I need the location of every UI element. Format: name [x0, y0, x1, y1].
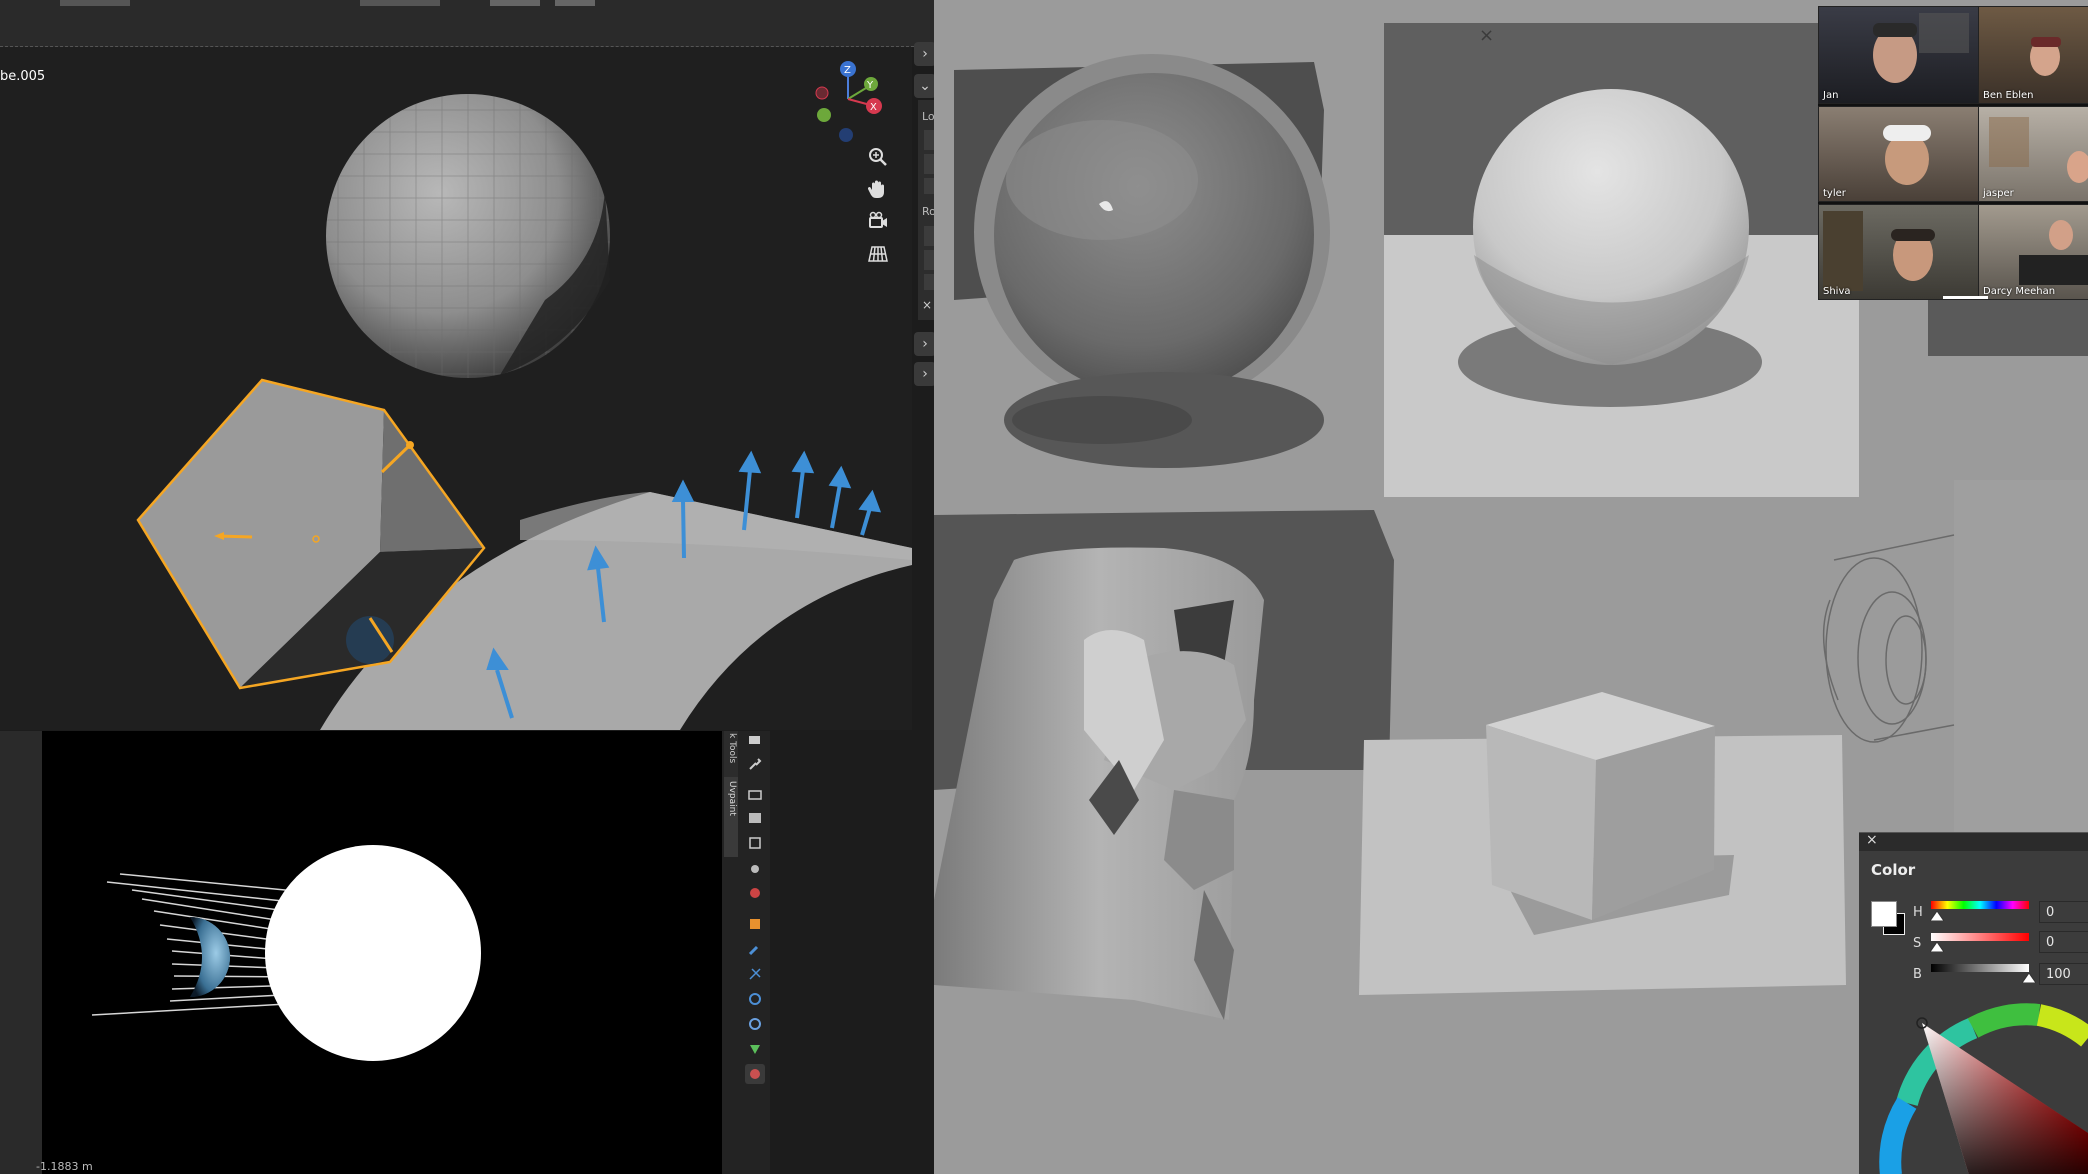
location-field[interactable] — [924, 154, 934, 174]
bottom-readout: -1.1883 m — [36, 1160, 93, 1173]
expand-chevron-right-icon[interactable]: › — [914, 332, 936, 356]
rotation-field[interactable] — [924, 226, 934, 246]
active-speaker-indicator — [1943, 296, 1988, 299]
blender-top-toolbar — [0, 0, 934, 47]
close-x-icon[interactable]: × — [922, 298, 932, 312]
participant-tile[interactable]: tyler — [1818, 106, 1988, 202]
saturation-label: S — [1913, 936, 1922, 951]
hue-slider[interactable] — [1931, 901, 2029, 909]
toolbar-item[interactable] — [490, 0, 540, 6]
paint-canvas[interactable]: × Jan Ben Eblen tyler jasper Shiva Darcy… — [934, 0, 2088, 1174]
participant-tile[interactable]: jasper — [1978, 106, 2088, 202]
tab-uvpaint-label: Uvpaint — [727, 781, 737, 816]
expand-chevron-right-icon[interactable]: › — [914, 362, 936, 386]
gizmo-x-label: X — [870, 102, 877, 113]
grid-perspective-icon[interactable] — [866, 242, 890, 266]
participant-avatar — [2030, 37, 2061, 76]
participant-name: jasper — [1983, 188, 2014, 199]
head-study-sketch — [934, 510, 1394, 1020]
participant-avatar — [1883, 125, 1931, 185]
location-field[interactable] — [924, 130, 934, 150]
render-icon[interactable] — [745, 730, 765, 750]
sphere-study-sketch — [954, 54, 1330, 468]
foreground-color-swatch[interactable] — [1871, 901, 1897, 927]
toolbar-item[interactable] — [360, 0, 440, 6]
modifier-wrench-icon[interactable] — [745, 939, 765, 959]
viewport-scene — [136, 94, 912, 730]
participant-tile[interactable]: Shiva — [1818, 204, 1988, 300]
cube-reference — [1359, 692, 1846, 995]
pan-hand-icon[interactable] — [866, 177, 890, 201]
output-icon[interactable] — [745, 808, 765, 828]
uv-sphere[interactable] — [326, 94, 610, 378]
color-panel[interactable]: × Color H 0 S 0 B 100 — [1859, 832, 2088, 1174]
participant-avatar — [1989, 117, 2088, 183]
participant-avatar — [1823, 211, 1935, 291]
view-layer-icon[interactable] — [745, 833, 765, 853]
render-scene — [91, 845, 481, 1061]
color-wheel[interactable] — [1869, 993, 2088, 1174]
participant-tile[interactable]: Jan — [1818, 6, 1988, 104]
color-panel-title: Color — [1871, 861, 1916, 879]
gizmo-z-label: Z — [844, 65, 851, 76]
rotation-field[interactable] — [924, 250, 934, 270]
brightness-slider-thumb[interactable] — [2022, 973, 2036, 983]
image-editor[interactable]: -1.1883 m — [0, 731, 722, 1174]
color-panel-titlebar[interactable]: × — [1859, 832, 2088, 851]
participant-tile[interactable]: Ben Eblen — [1978, 6, 2088, 104]
toolbar-item[interactable] — [555, 0, 595, 6]
location-field[interactable] — [924, 178, 934, 194]
camera-icon[interactable] — [866, 209, 890, 233]
object-icon[interactable] — [745, 914, 765, 934]
tab-uvpaint[interactable]: Uvpaint — [724, 777, 738, 857]
saturation-slider[interactable] — [1931, 933, 2029, 941]
tools-icon[interactable] — [745, 754, 765, 774]
sphere-reference: × — [1384, 23, 1859, 497]
gizmo-y-label: Y — [866, 80, 874, 91]
saturation-slider-thumb[interactable] — [1930, 942, 1944, 952]
zoom-icon[interactable] — [866, 145, 890, 169]
3d-viewport[interactable]: be.005 Z Y X — [0, 47, 912, 730]
hue-slider-thumb[interactable] — [1930, 911, 1944, 921]
n-panel: Lo Ro × — [918, 100, 936, 320]
constraints-icon[interactable] — [745, 1014, 765, 1034]
participant-avatar — [2019, 220, 2088, 285]
particles-icon[interactable] — [745, 964, 765, 984]
participant-name: tyler — [1823, 188, 1846, 199]
render-image — [42, 731, 722, 1174]
saturation-brightness-triangle[interactable] — [1922, 1023, 2088, 1174]
data-icon[interactable] — [745, 1039, 765, 1059]
collapse-chevron-down-icon[interactable]: ⌄ — [914, 74, 936, 98]
call-backdrop — [1928, 292, 2088, 356]
brightness-value-input[interactable]: 100 — [2039, 963, 2088, 985]
tab-tools-label: k Tools — [727, 733, 737, 764]
hue-value-input[interactable]: 0 — [2039, 901, 2088, 923]
world-icon[interactable] — [745, 883, 765, 903]
participant-avatar — [1873, 13, 1969, 83]
video-call-grid: Jan Ben Eblen tyler jasper Shiva Darcy M… — [1818, 6, 2088, 300]
expand-chevron-right-icon[interactable]: › — [914, 42, 936, 66]
camera-icon[interactable] — [745, 784, 765, 804]
toolbar-item[interactable] — [60, 0, 130, 6]
blender-window: be.005 Z Y X › ⌄ › › Lo Ro × -1.1883 m k… — [0, 0, 936, 1174]
navigation-gizmo[interactable]: Z Y X — [808, 57, 888, 143]
participant-name: Ben Eblen — [1983, 90, 2034, 101]
participant-name: Shiva — [1823, 286, 1851, 297]
hue-label: H — [1913, 905, 1923, 920]
brightness-label: B — [1913, 967, 1922, 982]
brightness-slider[interactable] — [1931, 964, 2029, 972]
physics-icon[interactable] — [745, 989, 765, 1009]
saturation-value-input[interactable]: 0 — [2039, 931, 2088, 953]
participant-name: Darcy Meehan — [1983, 286, 2056, 297]
participant-name: Jan — [1823, 90, 1839, 101]
white-sphere — [265, 845, 481, 1061]
scene-icon[interactable] — [745, 858, 765, 878]
participant-tile[interactable]: Darcy Meehan — [1978, 204, 2088, 300]
rotation-field[interactable] — [924, 274, 934, 290]
color-panel-close-icon[interactable]: × — [1866, 832, 1878, 848]
material-icon[interactable] — [745, 1064, 765, 1084]
reference-close-icon: × — [1479, 25, 1494, 46]
location-label: Lo — [922, 110, 935, 123]
